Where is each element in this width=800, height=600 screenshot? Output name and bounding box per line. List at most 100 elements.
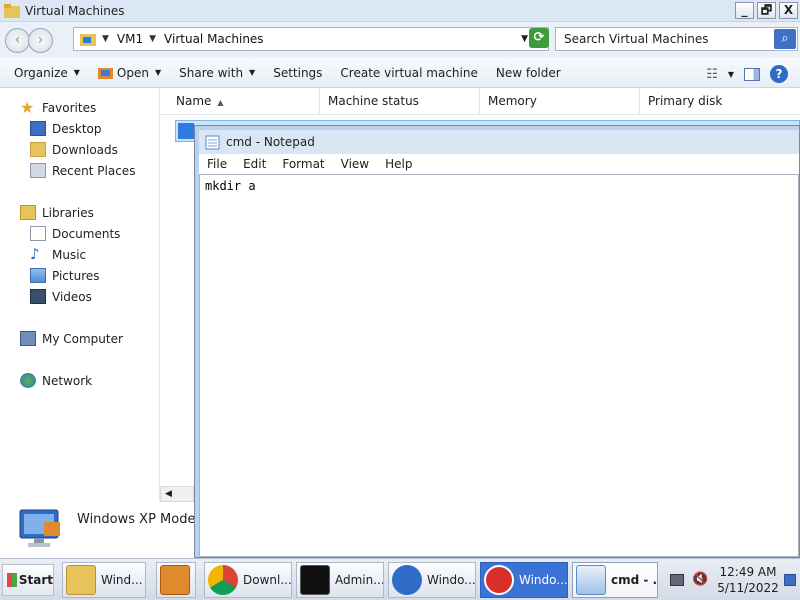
restore-button[interactable]: 🗗 [757, 2, 776, 19]
volume-muted-icon[interactable]: 🔇 [692, 572, 708, 587]
close-button[interactable]: X [779, 2, 798, 19]
address-field[interactable]: ▼ VM1 ▼ Virtual Machines ▼ [73, 27, 549, 51]
sidebar-item-my-computer[interactable]: My Computer [20, 331, 123, 346]
forward-button[interactable]: › [28, 27, 53, 53]
window-titlebar: Virtual Machines _ 🗗 X [0, 0, 800, 22]
sidebar-item-label: My Computer [42, 331, 123, 346]
breadcrumb-virtual-machines[interactable]: Virtual Machines [164, 32, 264, 46]
libraries-icon [20, 205, 36, 220]
clock[interactable]: 12:49 AM 5/11/2022 [712, 564, 784, 596]
command-bar: Organize ▼ Open ▼ Share with ▼ Settings Cre… [0, 58, 800, 88]
menu-edit[interactable]: Edit [235, 157, 274, 171]
new-folder-button[interactable]: New folder [487, 66, 570, 80]
sidebar-item-music[interactable]: ♪ Music [30, 247, 86, 262]
search-icon[interactable]: ⌕ [774, 29, 796, 49]
clock-time: 12:49 AM [719, 565, 777, 579]
taskbar-help[interactable]: Windo... [388, 562, 476, 598]
preview-pane-icon[interactable] [744, 67, 760, 81]
sidebar-item-recent-places[interactable]: Recent Places [30, 163, 135, 178]
horizontal-scrollbar[interactable]: ◀ [160, 486, 194, 502]
sidebar-item-label: Favorites [42, 100, 97, 115]
sidebar-item-label: Desktop [52, 121, 102, 136]
column-primary-disk[interactable]: Primary disk [640, 89, 800, 114]
help-icon[interactable]: ? [770, 65, 788, 83]
show-desktop-icon[interactable] [784, 574, 796, 586]
start-button[interactable]: Start [2, 564, 54, 596]
notepad-titlebar[interactable]: cmd - Notepad [199, 130, 799, 154]
taskbar-error-window[interactable]: Windo... [480, 562, 568, 598]
refresh-button[interactable]: ⟳ [529, 28, 549, 48]
column-name-label: Name [176, 94, 212, 108]
notepad-icon [576, 565, 606, 595]
sidebar-item-libraries[interactable]: Libraries [20, 205, 94, 220]
system-tray: 🔇 12:49 AM 5/11/2022 [662, 562, 798, 598]
share-with-button[interactable]: Share with ▼ [170, 66, 264, 80]
sidebar-item-videos[interactable]: Videos [30, 289, 92, 304]
notepad-window: cmd - Notepad File Edit Format View Help… [194, 125, 800, 558]
back-arrow-icon: ‹ [14, 32, 21, 48]
notepad-title: cmd - Notepad [226, 135, 315, 149]
pictures-icon [30, 268, 46, 283]
network-status-icon[interactable] [670, 574, 684, 586]
create-vm-button[interactable]: Create virtual machine [331, 66, 486, 80]
organize-button[interactable]: Organize ▼ [0, 66, 89, 80]
help-icon [392, 565, 422, 595]
menu-file[interactable]: File [199, 157, 235, 171]
taskbar-media-player[interactable] [156, 562, 196, 598]
notepad-menubar: File Edit Format View Help [199, 154, 799, 174]
taskbar-notepad[interactable]: cmd - ... [572, 562, 658, 598]
monitor-icon [19, 509, 60, 547]
column-name[interactable]: Name ▲ [168, 89, 320, 114]
column-headers: Name ▲ Machine status Memory Primary disk [160, 88, 800, 115]
folder-icon [66, 565, 96, 595]
settings-button[interactable]: Settings [264, 66, 331, 80]
column-machine-status[interactable]: Machine status [320, 89, 480, 114]
virtual-machine-icon [178, 123, 194, 139]
chevron-down-icon: ▼ [73, 68, 80, 77]
sidebar-item-network[interactable]: Network [20, 373, 92, 388]
sidebar-item-pictures[interactable]: Pictures [30, 268, 100, 283]
music-note-icon: ♪ [30, 245, 40, 263]
sidebar-item-favorites[interactable]: ★ Favorites [20, 100, 97, 116]
videos-icon [30, 289, 46, 304]
task-label: Downl... [243, 573, 292, 587]
task-label: cmd - ... [611, 573, 658, 587]
sidebar-item-desktop[interactable]: Desktop [30, 121, 102, 136]
downloads-folder-icon [30, 142, 46, 157]
taskbar-chrome[interactable]: Downl... [204, 562, 292, 598]
taskbar-cmd[interactable]: Admin... [296, 562, 384, 598]
notepad-text-area[interactable]: mkdir a [199, 174, 799, 557]
window-title: Virtual Machines [25, 3, 125, 18]
organize-label: Organize [14, 65, 68, 80]
sidebar-item-label: Downloads [52, 142, 118, 157]
details-title: Windows XP Mode [77, 512, 196, 527]
back-button[interactable]: ‹ [5, 27, 30, 53]
command-prompt-icon [300, 565, 330, 595]
search-input[interactable]: Search Virtual Machines ⌕ [555, 27, 798, 51]
view-options-icon[interactable]: ☷ [706, 67, 718, 82]
sidebar-item-label: Recent Places [52, 163, 136, 178]
minimize-button[interactable]: _ [735, 2, 754, 19]
menu-view[interactable]: View [333, 157, 377, 171]
error-icon [484, 565, 514, 595]
column-memory[interactable]: Memory [480, 89, 640, 114]
share-with-label: Share with [179, 65, 244, 80]
address-dropdown-icon[interactable]: ▼ [521, 34, 528, 44]
breadcrumb-chevron-icon[interactable]: ▼ [102, 34, 109, 44]
open-button[interactable]: Open ▼ [89, 66, 170, 80]
menu-help[interactable]: Help [377, 157, 420, 171]
scroll-left-icon[interactable]: ◀ [165, 489, 172, 499]
breadcrumb-vm1[interactable]: VM1 [117, 32, 143, 46]
breadcrumb-chevron-icon[interactable]: ▼ [149, 34, 156, 44]
taskbar-explorer[interactable]: Wind... [62, 562, 146, 598]
menu-format[interactable]: Format [274, 157, 332, 171]
sidebar-item-documents[interactable]: Documents [30, 226, 120, 241]
sort-ascending-icon: ▲ [217, 98, 224, 107]
forward-arrow-icon: › [37, 32, 44, 48]
sidebar-item-downloads[interactable]: Downloads [30, 142, 118, 157]
chevron-down-icon[interactable]: ▼ [728, 70, 734, 79]
task-label: Wind... [101, 573, 143, 587]
windows-flag-icon [7, 573, 17, 587]
details-pane: Windows XP Mode [0, 502, 198, 558]
navigation-pane: ★ Favorites Desktop Downloads Recent Pla… [0, 88, 160, 502]
